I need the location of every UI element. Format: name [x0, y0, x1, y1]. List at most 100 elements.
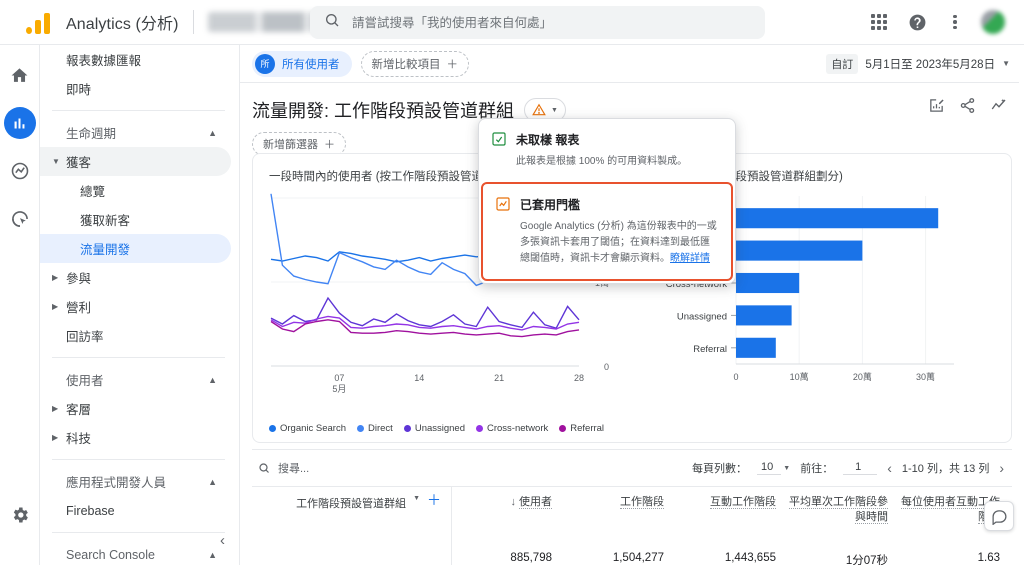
- sidebar-item-firebase[interactable]: Firebase: [40, 496, 231, 525]
- rail-item-home[interactable]: [4, 59, 36, 91]
- rail-item-explore[interactable]: [4, 155, 36, 187]
- svg-text:0: 0: [604, 362, 609, 372]
- insights-icon[interactable]: [990, 97, 1008, 120]
- chevron-down-icon[interactable]: ▼: [783, 465, 790, 472]
- sidebar-item-label: 回訪率: [66, 330, 104, 344]
- learn-more-link[interactable]: 瞭解詳情: [670, 253, 710, 264]
- report-table: 搜尋... 每頁列數： 10 ▼ 前往： 1 ‹ 1-10 列，共 13 列 ›…: [252, 449, 1012, 565]
- sidebar-group-label: Search Console: [66, 547, 155, 562]
- data-quality-popup: 未取樣 報表 此報表是根據 100% 的可用資料製成。 已套用門檻 Google…: [478, 118, 736, 284]
- sidebar-item-realtime[interactable]: 即時: [40, 74, 231, 103]
- avatar[interactable]: [976, 5, 1010, 39]
- global-search[interactable]: [310, 6, 765, 39]
- sidebar-group-user[interactable]: 使用者 ▲: [40, 365, 231, 394]
- dimension-header[interactable]: 工作階段預設管道群組 ▼ ＋: [252, 487, 452, 548]
- unsampled-report-icon: [491, 131, 507, 170]
- legend-item[interactable]: Organic Search: [269, 423, 346, 434]
- collapse-sidebar-button[interactable]: ‹: [220, 532, 225, 549]
- svg-text:Unassigned: Unassigned: [677, 311, 727, 322]
- sidebar-item-user-acquisition[interactable]: 獲取新客: [40, 205, 231, 234]
- legend-item[interactable]: Referral: [559, 423, 604, 434]
- svg-text:14: 14: [414, 373, 424, 383]
- search-icon: [259, 463, 269, 473]
- metric-header-engaged-sessions[interactable]: 互動工作階段: [676, 487, 788, 548]
- legend-label: Organic Search: [280, 423, 347, 434]
- left-icon-rail: [0, 45, 40, 565]
- admin-gear-icon[interactable]: [4, 499, 36, 531]
- search-icon: [324, 12, 340, 33]
- svg-text:5月: 5月: [332, 384, 346, 394]
- add-comparison-button[interactable]: 新增比較項目 ＋: [360, 50, 469, 77]
- prev-page-button[interactable]: ‹: [887, 460, 892, 476]
- share-icon[interactable]: [959, 97, 976, 120]
- legend-label: Unassigned: [414, 423, 465, 434]
- search-input[interactable]: [352, 15, 732, 30]
- popup-threshold-section: 已套用門檻 Google Analytics (分析) 為這份報表中的一或多張資…: [481, 182, 733, 281]
- chevron-up-icon: ▲: [208, 374, 217, 385]
- sidebar-item-label: Firebase: [66, 503, 115, 518]
- metric-header-users[interactable]: ↓ 使用者: [452, 487, 564, 548]
- help-icon[interactable]: [900, 5, 934, 39]
- customize-report-icon[interactable]: [928, 97, 945, 120]
- totals-dimension-cell: [252, 548, 452, 565]
- rail-item-advertising[interactable]: [4, 203, 36, 235]
- popup-unsampled-title: 未取樣 報表: [516, 133, 580, 147]
- dimension-header-label: 工作階段預設管道群組: [296, 498, 407, 510]
- totals-metrics: 885,798 1,504,277 1,443,655 1分07秒 1.63: [452, 552, 1012, 565]
- analytics-logo-icon: [26, 10, 52, 34]
- caret-down-icon: ▼: [52, 157, 60, 166]
- chevron-down-icon: ▼: [1002, 59, 1010, 68]
- sidebar-group-lifecycle[interactable]: 生命週期 ▲: [40, 118, 231, 147]
- legend-item[interactable]: Cross-network: [476, 423, 548, 434]
- total-engaged-sessions: 1,443,655: [724, 552, 776, 564]
- sidebar-item-label: 科技: [66, 432, 92, 446]
- sidebar-item-overview[interactable]: 總覽: [40, 176, 231, 205]
- audience-chip-all-users[interactable]: 所 所有使用者: [252, 50, 352, 77]
- apps-grid-icon[interactable]: [862, 5, 896, 39]
- table-search-placeholder: 搜尋...: [278, 463, 310, 475]
- legend-item[interactable]: Direct: [357, 423, 393, 434]
- page-scrollbar[interactable]: [1019, 45, 1024, 565]
- sidebar-group-label: 應用程式開發人員: [66, 476, 167, 490]
- more-vert-icon[interactable]: [938, 5, 972, 39]
- popup-unsampled-section: 未取樣 報表 此報表是根據 100% 的可用資料製成。: [479, 119, 735, 182]
- sidebar-item-traffic-acquisition[interactable]: 流量開發: [40, 234, 231, 263]
- rows-per-page-select[interactable]: 10: [757, 461, 782, 475]
- sidebar-item-engagement[interactable]: ▶ 參與: [40, 263, 231, 292]
- popup-unsampled-body: 此報表是根據 100% 的可用資料製成。: [516, 156, 688, 167]
- date-range-selector[interactable]: 自訂 5月1日至 2023年5月28日 ▼: [826, 53, 1010, 74]
- sidebar-item-demographics[interactable]: ▶ 客層: [40, 394, 231, 423]
- metric-header-sessions[interactable]: 工作階段: [564, 487, 676, 548]
- brand-divider: [192, 10, 194, 34]
- svg-text:10萬: 10萬: [790, 371, 809, 382]
- sidebar-item-tech[interactable]: ▶ 科技: [40, 423, 231, 452]
- goto-page-input[interactable]: 1: [843, 461, 878, 475]
- chevron-up-icon: ▲: [208, 127, 217, 138]
- sidebar-item-monetisation[interactable]: ▶ 營利: [40, 292, 231, 321]
- sidebar-item-reports-snapshot[interactable]: 報表數據匯報: [40, 45, 231, 74]
- next-page-button[interactable]: ›: [999, 460, 1004, 476]
- threshold-applied-icon: [495, 196, 511, 267]
- table-search[interactable]: 搜尋...: [258, 460, 309, 476]
- total-users: 885,798: [510, 552, 552, 564]
- brand-title: Analytics (分析): [66, 16, 179, 33]
- rail-item-reports[interactable]: [3, 107, 36, 139]
- svg-text:30萬: 30萬: [916, 371, 935, 382]
- feedback-chat-icon[interactable]: [984, 501, 1014, 531]
- sidebar-item-retention[interactable]: 回訪率: [40, 321, 231, 350]
- sidebar-item-label: 獲客: [66, 156, 92, 170]
- legend-item[interactable]: Unassigned: [403, 423, 465, 434]
- sidebar-item-label: 參與: [66, 272, 92, 286]
- chevron-down-icon: ▼: [551, 106, 558, 114]
- rows-per-page-label: 每頁列數：: [692, 463, 748, 475]
- sidebar-item-acquisition[interactable]: ▼ 獲客: [40, 147, 231, 176]
- svg-text:Referral: Referral: [693, 344, 727, 355]
- table-pagination: 每頁列數： 10 ▼ 前往： 1 ‹ 1-10 列，共 13 列 ›: [692, 460, 1004, 476]
- chevron-down-icon[interactable]: ▼: [413, 495, 420, 502]
- sidebar-group-app-developer[interactable]: 應用程式開發人員 ▲: [40, 467, 231, 496]
- sidebar-divider: [52, 532, 225, 533]
- add-dimension-icon[interactable]: ＋: [427, 493, 441, 507]
- sidebar-group-search-console[interactable]: Search Console ▲: [40, 540, 231, 565]
- metric-header-avg-engagement-time[interactable]: 平均單次工作階段參與時間: [788, 487, 900, 548]
- caret-right-icon: ▶: [52, 404, 59, 413]
